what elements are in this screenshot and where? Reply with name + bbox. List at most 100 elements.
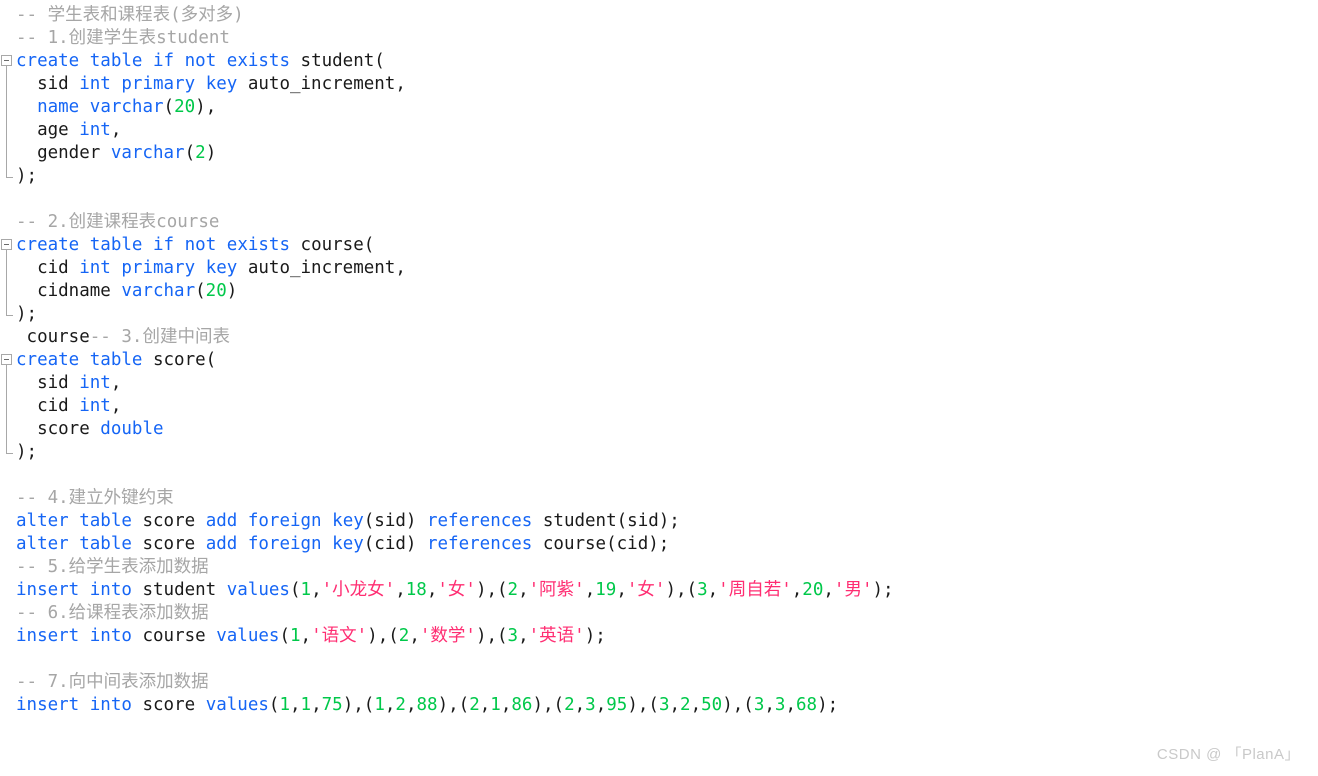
code-line[interactable]: -- 7.向中间表添加数据 (0, 671, 1318, 694)
code-line[interactable]: -- 5.给学生表添加数据 (0, 556, 1318, 579)
code-token-punct: , (300, 626, 312, 646)
code-token-kw: if (153, 51, 175, 71)
code-token-num: 20 (205, 281, 227, 301)
code-token-num: 2 (469, 695, 480, 715)
code-token-punct: , (384, 695, 396, 715)
code-token-num: 2 (398, 626, 410, 646)
code-line[interactable] (0, 648, 1318, 671)
code-token-kw: int (79, 373, 111, 393)
code-line[interactable]: create table score( (0, 349, 1318, 372)
code-token-kw: primary (121, 74, 196, 94)
code-line[interactable]: cidname varchar(20) (0, 280, 1318, 303)
code-token-plain: score (131, 695, 206, 715)
code-token-num: 1 (490, 695, 501, 715)
code-line[interactable]: ); (0, 303, 1318, 326)
code-token-punct: ( (195, 281, 206, 301)
code-token-str: '语文' (311, 626, 368, 646)
code-token-punct: ),( (532, 695, 565, 715)
code-token-punct: , (479, 695, 491, 715)
code-line[interactable] (0, 464, 1318, 487)
code-token-kw: table (79, 534, 132, 554)
code-text-area[interactable]: -- 学生表和课程表(多对多) -- 1.创建学生表student create t… (0, 0, 1318, 717)
code-line[interactable]: gender varchar(2) (0, 142, 1318, 165)
code-line[interactable]: create table if not exists student( (0, 50, 1318, 73)
code-token-punct: ),( (475, 580, 508, 600)
code-token-cmt: -- 7.向中间表添加数据 (16, 672, 209, 692)
code-token-plain: ); (16, 304, 38, 324)
code-token-punct: , (405, 695, 417, 715)
code-token-plain: auto_increment, (237, 74, 406, 94)
code-line[interactable]: insert into student values(1,'小龙女',18,'女… (0, 579, 1318, 602)
code-token-punct: , (690, 695, 702, 715)
code-line[interactable]: age int, (0, 119, 1318, 142)
code-token-num: 3 (585, 695, 596, 715)
code-line[interactable]: create table if not exists course( (0, 234, 1318, 257)
code-line[interactable]: cid int primary key auto_increment, (0, 257, 1318, 280)
code-line[interactable]: -- 学生表和课程表(多对多) (0, 4, 1318, 27)
code-token-plain: sid (16, 74, 80, 94)
code-token-cmt: -- 2.创建课程表course (16, 212, 220, 232)
code-token-punct: , (584, 580, 596, 600)
code-token-kw: not (184, 51, 217, 71)
code-token-punct: , (791, 580, 803, 600)
code-line[interactable]: ); (0, 165, 1318, 188)
code-token-num: 2 (507, 580, 519, 600)
code-token-kw: add (205, 534, 238, 554)
code-line[interactable]: course-- 3.创建中间表 (0, 326, 1318, 349)
code-line[interactable]: alter table score add foreign key(sid) r… (0, 510, 1318, 533)
code-token-cmt: -- 学生表和课程表(多对多) (16, 5, 244, 25)
code-line[interactable]: -- 6.给课程表添加数据 (0, 602, 1318, 625)
code-token-cmt: -- 4.建立外键约束 (16, 488, 174, 508)
code-token-punct: ) (226, 281, 238, 301)
code-token-punct: , (707, 580, 719, 600)
code-line[interactable]: name varchar(20), (0, 96, 1318, 119)
code-token-num: 50 (701, 695, 723, 715)
code-token-kw: insert (16, 580, 80, 600)
code-token-kw: table (89, 235, 143, 255)
code-token-num: 3 (697, 580, 708, 600)
code-line[interactable]: -- 1.创建学生表student (0, 27, 1318, 50)
code-line[interactable]: -- 2.创建课程表course (0, 211, 1318, 234)
code-token-kw: int (79, 120, 111, 140)
code-line[interactable] (0, 188, 1318, 211)
code-token-num: 20 (802, 580, 824, 600)
code-line[interactable]: sid int primary key auto_increment, (0, 73, 1318, 96)
code-token-num: 2 (564, 695, 575, 715)
code-token-kw: values (216, 626, 280, 646)
code-token-punct: , (616, 580, 627, 600)
code-token-plain: student(sid); (532, 511, 680, 531)
code-token-plain: age (16, 120, 80, 140)
code-line[interactable]: sid int, (0, 372, 1318, 395)
code-line[interactable]: insert into score values(1,1,75),(1,2,88… (0, 694, 1318, 717)
code-token-cmt: -- 1.创建学生表student (16, 28, 230, 48)
code-token-cmt: -- 6.给课程表添加数据 (16, 603, 209, 623)
code-token-kw: key (332, 511, 364, 531)
code-token-punct: ),( (342, 695, 375, 715)
code-token-kw: table (89, 51, 143, 71)
code-line[interactable]: cid int, (0, 395, 1318, 418)
code-token-punct: , (595, 695, 607, 715)
code-token-kw: int (79, 258, 111, 278)
code-token-plain: gender (16, 143, 111, 163)
code-token-kw: insert (16, 626, 80, 646)
code-line[interactable]: score double (0, 418, 1318, 441)
code-token-kw: table (89, 350, 143, 370)
code-line[interactable]: insert into course values(1,'语文'),(2,'数学… (0, 625, 1318, 648)
code-line[interactable]: alter table score add foreign key(cid) r… (0, 533, 1318, 556)
code-line[interactable]: -- 4.建立外键约束 (0, 487, 1318, 510)
code-token-kw: create (16, 350, 80, 370)
sql-code-editor[interactable]: -- 学生表和课程表(多对多) -- 1.创建学生表student create t… (0, 0, 1318, 776)
code-token-punct: ), (195, 97, 217, 117)
code-token-kw: into (89, 695, 132, 715)
code-line[interactable]: ); (0, 441, 1318, 464)
